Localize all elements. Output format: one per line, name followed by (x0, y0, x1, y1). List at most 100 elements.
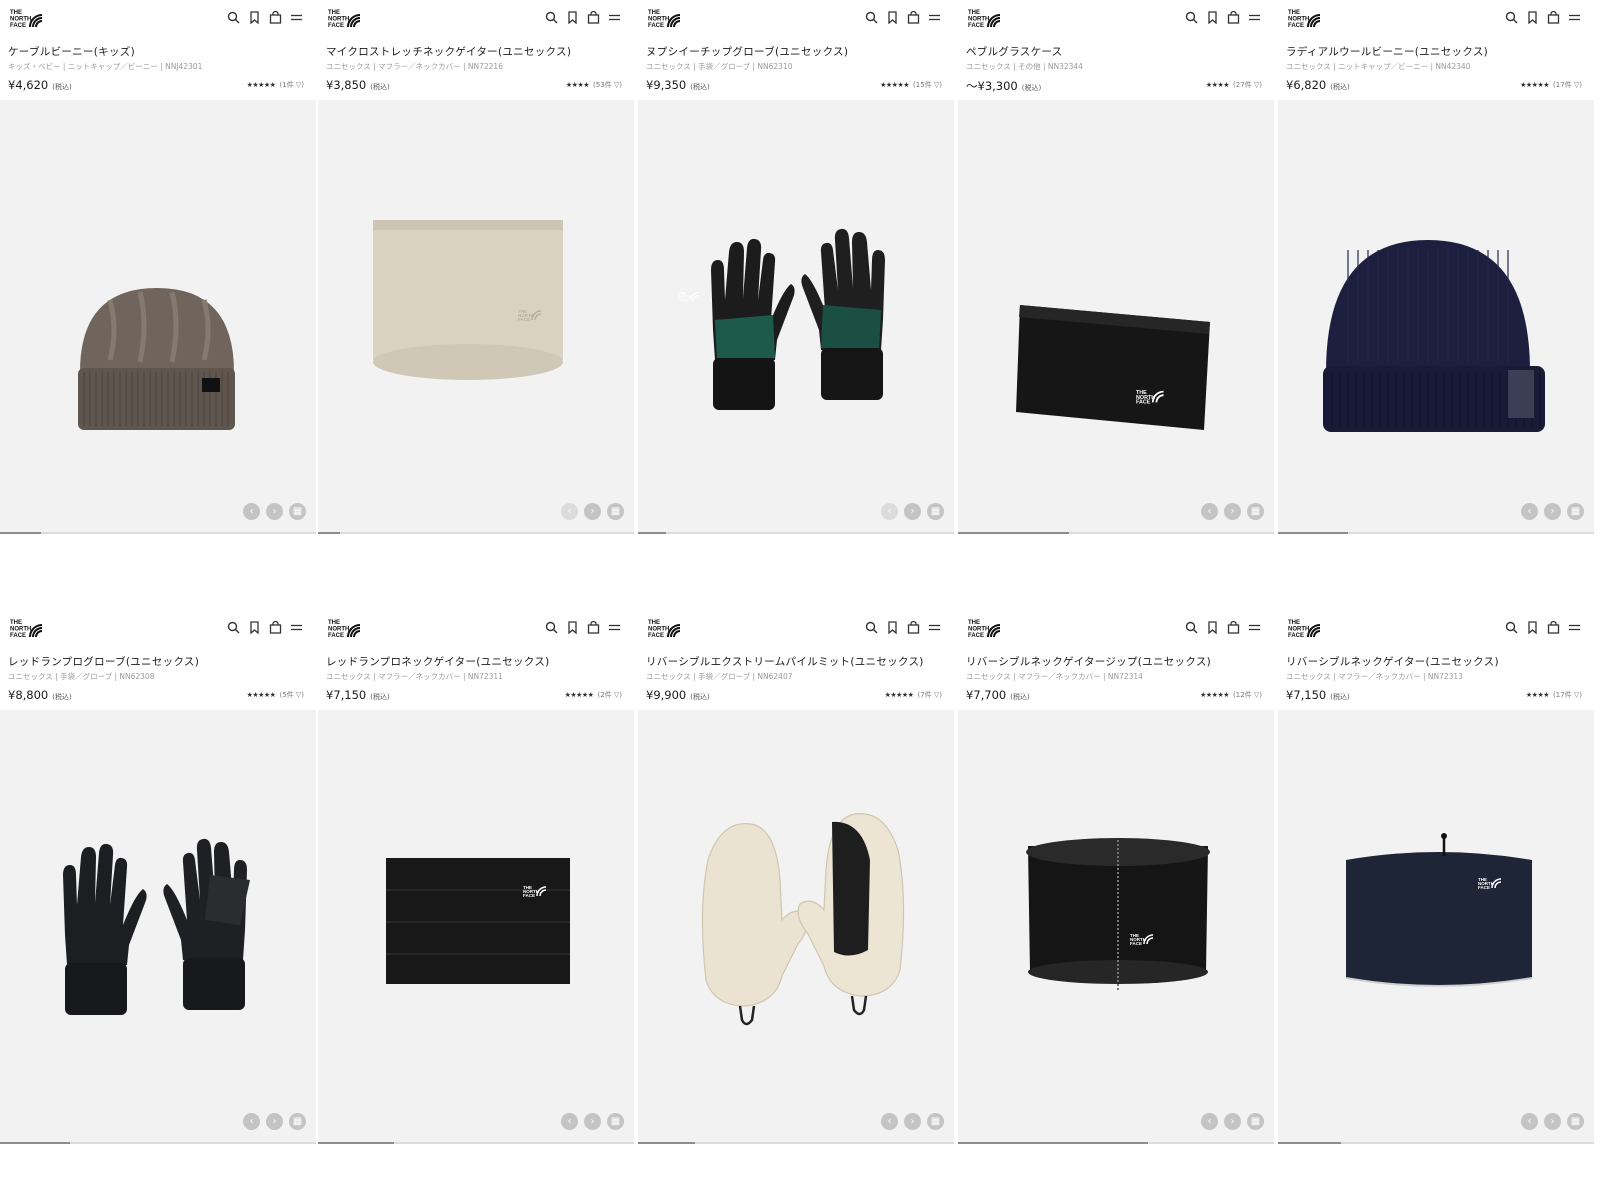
bookmark-icon[interactable] (1525, 620, 1540, 635)
review-rating[interactable]: ★★★★ (27件 ▽) (1206, 80, 1262, 90)
product-image-area[interactable]: THE NORTH FACE ‹ › ▦ (1278, 710, 1594, 1142)
image-scrollbar[interactable] (318, 532, 634, 534)
review-rating[interactable]: ★★★★★ (17件 ▽) (1520, 80, 1582, 90)
bag-icon[interactable] (1226, 620, 1241, 635)
image-scrollbar[interactable] (638, 532, 954, 534)
bag-icon[interactable] (268, 10, 283, 25)
search-icon[interactable] (864, 10, 879, 25)
bag-icon[interactable] (1226, 10, 1241, 25)
scrollbar-thumb[interactable] (638, 532, 666, 534)
bag-icon[interactable] (906, 620, 921, 635)
scrollbar-thumb[interactable] (958, 1142, 1148, 1144)
menu-icon[interactable] (289, 10, 304, 25)
prev-arrow-icon[interactable]: ‹ (243, 1113, 260, 1130)
grid-view-icon[interactable]: ▦ (289, 1113, 306, 1130)
product-image-area[interactable]: THE NORTH FACE ‹ › ▦ (318, 100, 634, 532)
menu-icon[interactable] (607, 10, 622, 25)
review-rating[interactable]: ★★★★ (53件 ▽) (566, 80, 622, 90)
review-rating[interactable]: ★★★★★ (12件 ▽) (1200, 690, 1262, 700)
review-rating[interactable]: ★★★★★ (5件 ▽) (247, 690, 304, 700)
menu-icon[interactable] (1567, 620, 1582, 635)
bookmark-icon[interactable] (247, 10, 262, 25)
menu-icon[interactable] (1247, 10, 1262, 25)
brand-logo[interactable]: THE NORTH FACE (8, 617, 44, 638)
grid-view-icon[interactable]: ▦ (607, 1113, 624, 1130)
prev-arrow-icon[interactable]: ‹ (881, 503, 898, 520)
prev-arrow-icon[interactable]: ‹ (243, 503, 260, 520)
search-icon[interactable] (544, 10, 559, 25)
brand-logo[interactable]: THE NORTH FACE (966, 617, 1002, 638)
scrollbar-thumb[interactable] (1278, 1142, 1341, 1144)
bookmark-icon[interactable] (1525, 10, 1540, 25)
next-arrow-icon[interactable]: › (1224, 1113, 1241, 1130)
bookmark-icon[interactable] (565, 10, 580, 25)
bag-icon[interactable] (1546, 620, 1561, 635)
prev-arrow-icon[interactable]: ‹ (1521, 503, 1538, 520)
product-image-area[interactable]: THE NORTH FACE ‹ › ▦ (638, 100, 954, 532)
bag-icon[interactable] (906, 10, 921, 25)
bag-icon[interactable] (268, 620, 283, 635)
bag-icon[interactable] (586, 620, 601, 635)
grid-view-icon[interactable]: ▦ (1567, 503, 1584, 520)
next-arrow-icon[interactable]: › (904, 1113, 921, 1130)
menu-icon[interactable] (289, 620, 304, 635)
review-rating[interactable]: ★★★★★ (7件 ▽) (885, 690, 942, 700)
search-icon[interactable] (226, 620, 241, 635)
brand-logo[interactable]: THE NORTH FACE (646, 617, 682, 638)
prev-arrow-icon[interactable]: ‹ (1201, 1113, 1218, 1130)
grid-view-icon[interactable]: ▦ (927, 1113, 944, 1130)
search-icon[interactable] (1504, 620, 1519, 635)
brand-logo[interactable]: THE NORTH FACE (8, 7, 44, 28)
grid-view-icon[interactable]: ▦ (1247, 1113, 1264, 1130)
scrollbar-thumb[interactable] (638, 1142, 695, 1144)
grid-view-icon[interactable]: ▦ (607, 503, 624, 520)
next-arrow-icon[interactable]: › (584, 1113, 601, 1130)
menu-icon[interactable] (927, 620, 942, 635)
search-icon[interactable] (1504, 10, 1519, 25)
search-icon[interactable] (1184, 10, 1199, 25)
bookmark-icon[interactable] (565, 620, 580, 635)
next-arrow-icon[interactable]: › (1544, 1113, 1561, 1130)
search-icon[interactable] (226, 10, 241, 25)
review-rating[interactable]: ★★★★ (17件 ▽) (1526, 690, 1582, 700)
bag-icon[interactable] (586, 10, 601, 25)
brand-logo[interactable]: THE NORTH FACE (966, 7, 1002, 28)
product-image-area[interactable]: THE NORTH FACE ‹ › ▦ (318, 710, 634, 1142)
image-scrollbar[interactable] (958, 532, 1274, 534)
grid-view-icon[interactable]: ▦ (1247, 503, 1264, 520)
bookmark-icon[interactable] (1205, 10, 1220, 25)
next-arrow-icon[interactable]: › (1544, 503, 1561, 520)
product-image-area[interactable]: THE NORTH FACE ‹ › ▦ (958, 710, 1274, 1142)
scrollbar-thumb[interactable] (0, 532, 41, 534)
brand-logo[interactable]: THE NORTH FACE (646, 7, 682, 28)
bookmark-icon[interactable] (247, 620, 262, 635)
search-icon[interactable] (544, 620, 559, 635)
menu-icon[interactable] (1567, 10, 1582, 25)
prev-arrow-icon[interactable]: ‹ (561, 1113, 578, 1130)
product-image-area[interactable]: ‹ › ▦ (0, 100, 316, 532)
review-rating[interactable]: ★★★★★ (2件 ▽) (565, 690, 622, 700)
brand-logo[interactable]: THE NORTH FACE (1286, 617, 1322, 638)
bookmark-icon[interactable] (1205, 620, 1220, 635)
image-scrollbar[interactable] (638, 1142, 954, 1144)
brand-logo[interactable]: THE NORTH FACE (326, 617, 362, 638)
image-scrollbar[interactable] (0, 532, 316, 534)
image-scrollbar[interactable] (318, 1142, 634, 1144)
brand-logo[interactable]: THE NORTH FACE (326, 7, 362, 28)
next-arrow-icon[interactable]: › (904, 503, 921, 520)
image-scrollbar[interactable] (1278, 532, 1594, 534)
product-image-area[interactable]: ‹ › ▦ (638, 710, 954, 1142)
product-image-area[interactable]: ‹ › ▦ (1278, 100, 1594, 532)
grid-view-icon[interactable]: ▦ (1567, 1113, 1584, 1130)
image-scrollbar[interactable] (958, 1142, 1274, 1144)
scrollbar-thumb[interactable] (0, 1142, 70, 1144)
scrollbar-thumb[interactable] (958, 532, 1069, 534)
scrollbar-thumb[interactable] (318, 1142, 394, 1144)
next-arrow-icon[interactable]: › (584, 503, 601, 520)
product-image-area[interactable]: THE NORTH FACE ‹ › ▦ (958, 100, 1274, 532)
prev-arrow-icon[interactable]: ‹ (1201, 503, 1218, 520)
search-icon[interactable] (1184, 620, 1199, 635)
grid-view-icon[interactable]: ▦ (289, 503, 306, 520)
menu-icon[interactable] (927, 10, 942, 25)
product-image-area[interactable]: ‹ › ▦ (0, 710, 316, 1142)
